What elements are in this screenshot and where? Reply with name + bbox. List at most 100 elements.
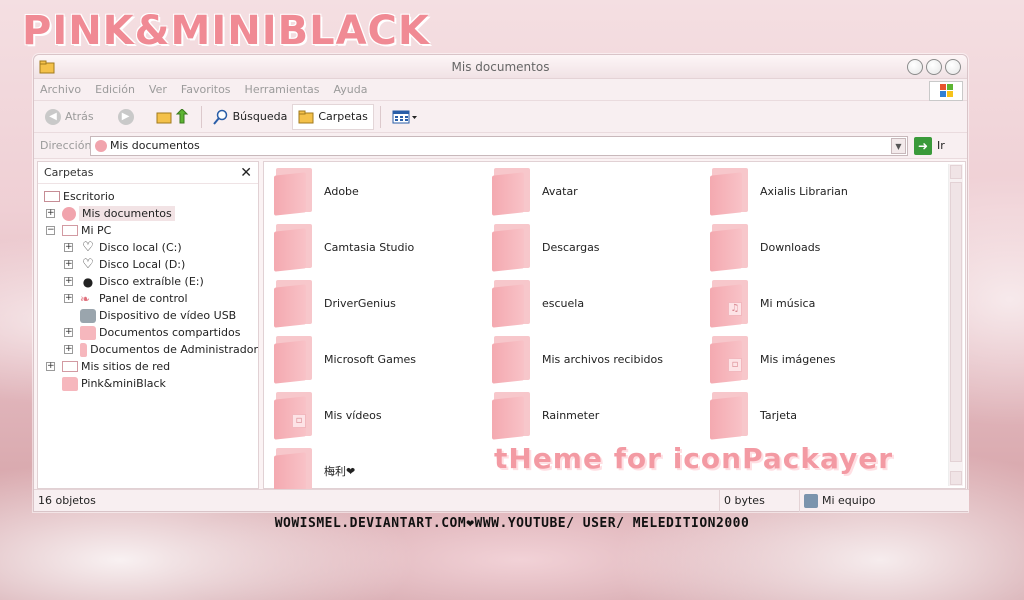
collapse-icon[interactable]: −	[46, 226, 55, 235]
folders-label: Carpetas	[318, 110, 368, 123]
tree-label: Panel de control	[99, 292, 188, 305]
close-button[interactable]	[945, 59, 961, 75]
scroll-up-arrow[interactable]	[950, 165, 962, 179]
menu-archivo[interactable]: Archivo	[40, 83, 81, 96]
folder-item-camtasia-studio[interactable]: Camtasia Studio	[274, 224, 414, 272]
folders-pane-header: Carpetas ✕	[38, 162, 258, 184]
folder-item-escuela[interactable]: escuela	[492, 280, 584, 328]
folder-icon	[62, 376, 78, 391]
folder-item-mis-imagenes[interactable]: ▫ Mis imágenes	[710, 336, 836, 384]
folder-label: Tarjeta	[760, 408, 798, 422]
folder-item-avatar[interactable]: Avatar	[492, 168, 578, 216]
tree-item-disco-d[interactable]: + ♡ Disco Local (D:)	[38, 256, 258, 273]
tree-item-documentos-administrador[interactable]: + Documentos de Administrador	[38, 341, 258, 358]
folders-pane-title: Carpetas	[44, 166, 94, 179]
go-label: Ir	[937, 139, 945, 152]
menu-edicion[interactable]: Edición	[95, 83, 135, 96]
status-size: 0 bytes	[720, 489, 800, 512]
expand-icon[interactable]: +	[64, 277, 73, 286]
folder-item-mis-videos[interactable]: ▫ Mis vídeos	[274, 392, 382, 440]
tree-item-documentos-compartidos[interactable]: + Documentos compartidos	[38, 324, 258, 341]
menu-herramientas[interactable]: Herramientas	[245, 83, 320, 96]
folder-item-axialis-librarian[interactable]: Axialis Librarian	[710, 168, 848, 216]
forward-arrow-icon: ▶	[117, 108, 134, 125]
status-location: Mi equipo	[800, 490, 969, 512]
folder-icon	[274, 280, 312, 328]
tree-item-mis-documentos[interactable]: + Mis documentos	[38, 205, 258, 222]
scroll-thumb[interactable]	[950, 182, 962, 462]
expand-icon[interactable]: +	[64, 328, 73, 337]
expand-icon[interactable]: +	[46, 362, 55, 371]
tree-item-disco-c[interactable]: + ♡ Disco local (C:)	[38, 239, 258, 256]
expand-icon[interactable]: +	[46, 209, 55, 218]
folder-label: Rainmeter	[542, 408, 600, 422]
folder-label: Microsoft Games	[324, 352, 417, 366]
folder-icon	[274, 336, 312, 384]
folder-item-adobe[interactable]: Adobe	[274, 168, 359, 216]
back-button[interactable]: ◀ Atrás	[40, 104, 99, 130]
folder-icon	[492, 280, 530, 328]
status-size-text: 0 bytes	[724, 494, 765, 507]
folder-item-mi-musica[interactable]: ♫ Mi música	[710, 280, 815, 328]
scroll-down-arrow[interactable]	[950, 471, 962, 485]
status-count-text: 16 objetos	[38, 494, 96, 507]
expand-icon[interactable]: +	[64, 294, 73, 303]
window-title: Mis documentos	[451, 60, 550, 74]
tree-item-mi-pc[interactable]: − Mi PC	[38, 222, 258, 239]
expand-icon[interactable]: +	[64, 243, 73, 252]
menu-ver[interactable]: Ver	[149, 83, 167, 96]
tree-item-pink-mini-black[interactable]: Pink&miniBlack	[38, 375, 258, 392]
close-pane-icon[interactable]: ✕	[240, 165, 252, 181]
tree-label: Disco extraíble (E:)	[99, 275, 204, 288]
folder-item-drivergenius[interactable]: DriverGenius	[274, 280, 396, 328]
folder-up-button[interactable]	[151, 104, 195, 130]
tree-item-panel-de-control[interactable]: + ❧ Panel de control	[38, 290, 258, 307]
control-panel-icon: ❧	[80, 291, 91, 306]
folder-icon	[274, 448, 312, 496]
expand-icon[interactable]: +	[64, 260, 73, 269]
folders-pane: Carpetas ✕ Escritorio + Mis documentos −…	[37, 161, 259, 489]
menu-ayuda[interactable]: Ayuda	[333, 83, 367, 96]
tree-item-mis-sitios-de-red[interactable]: + Mis sitios de red	[38, 358, 258, 375]
go-button[interactable]: ➜ Ir	[914, 136, 945, 155]
theme-banner: tHeme for iconPackayer	[494, 442, 894, 475]
tree-item-disco-e[interactable]: + ● Disco extraíble (E:)	[38, 273, 258, 290]
folder-item-tarjeta[interactable]: Tarjeta	[710, 392, 798, 440]
folder-item-mis-archivos-recibidos[interactable]: Mis archivos recibidos	[492, 336, 663, 384]
folder-label: Axialis Librarian	[760, 184, 848, 198]
address-bar: Dirección Mis documentos ▼ ➜ Ir	[34, 133, 967, 159]
address-dropdown-icon[interactable]: ▼	[891, 137, 906, 154]
search-button[interactable]: Búsqueda	[208, 104, 293, 130]
folder-label: Mis archivos recibidos	[542, 352, 663, 366]
views-button[interactable]	[387, 104, 423, 130]
credits-text: WOWISMEL.DEVIANTART.COM❤WWW.YOUTUBE/ USE…	[274, 516, 750, 531]
expand-icon[interactable]: +	[64, 345, 73, 354]
tree-item-dispositivo-usb[interactable]: Dispositivo de vídeo USB	[38, 307, 258, 324]
folder-item-rainmeter[interactable]: Rainmeter	[492, 392, 600, 440]
folder-icon	[710, 168, 748, 216]
folder-label: Mis vídeos	[324, 408, 382, 422]
folder-item-downloads[interactable]: Downloads	[710, 224, 820, 272]
folder-up-icon	[156, 108, 188, 123]
minimize-button[interactable]	[907, 59, 923, 75]
forward-button[interactable]: ▶	[113, 104, 143, 130]
vertical-scrollbar[interactable]	[948, 164, 963, 486]
explorer-window: Mis documentos Archivo Edición Ver Favor…	[33, 54, 969, 512]
folder-item-microsoft-games[interactable]: Microsoft Games	[274, 336, 417, 384]
folder-icon	[274, 224, 312, 272]
address-input[interactable]: Mis documentos ▼	[90, 135, 908, 156]
folders-toggle-button[interactable]: Carpetas	[292, 103, 374, 130]
maximize-button[interactable]	[926, 59, 942, 75]
tree-label: Disco Local (D:)	[99, 258, 186, 271]
folder-item-meili[interactable]: 梅利❤	[274, 448, 355, 496]
tree-item-escritorio[interactable]: Escritorio	[38, 188, 258, 205]
network-icon	[62, 361, 78, 372]
tree-label: Mi PC	[81, 224, 112, 237]
title-bar[interactable]: Mis documentos	[34, 55, 967, 79]
folder-icon	[710, 224, 748, 272]
go-arrow-icon: ➜	[914, 136, 932, 155]
back-arrow-icon: ◀	[45, 108, 61, 125]
folder-item-descargas[interactable]: Descargas	[492, 224, 600, 272]
menu-favoritos[interactable]: Favoritos	[181, 83, 231, 96]
address-value: Mis documentos	[110, 139, 200, 152]
